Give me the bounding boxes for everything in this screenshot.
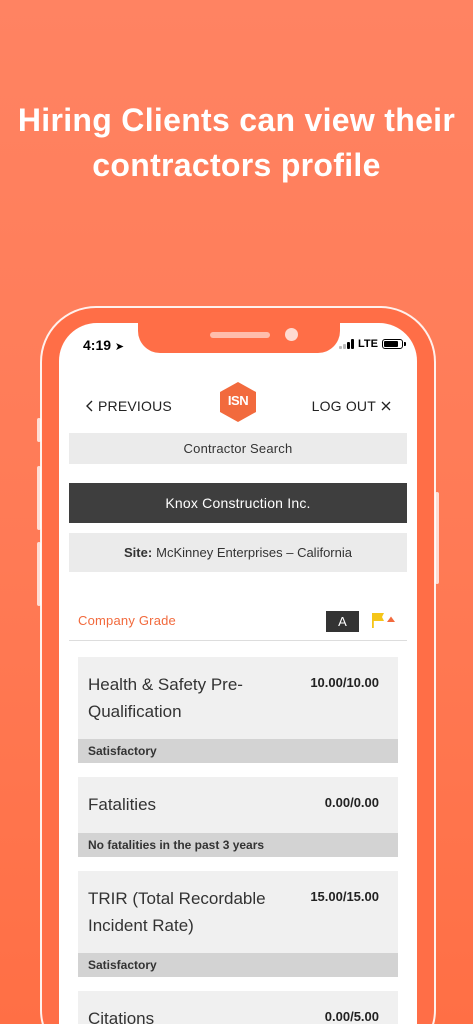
status-time-text: 4:19 xyxy=(83,337,112,353)
mute-switch xyxy=(37,418,41,442)
score-card-health-safety[interactable]: Health & Safety Pre- Qualification 10.00… xyxy=(78,657,398,763)
card-title-line-1: Fatalities xyxy=(88,795,157,814)
phone-screen: 4:19 ➤ LTE PREVIOUS ISN LOG OUT Contract… xyxy=(59,323,417,1024)
logout-label: LOG OUT xyxy=(311,398,376,414)
isn-logo: ISN xyxy=(218,381,258,423)
previous-label: PREVIOUS xyxy=(98,398,172,414)
volume-up-button xyxy=(37,466,41,530)
company-grade-label: Company Grade xyxy=(78,613,176,628)
card-score: 10.00/10.00 xyxy=(310,675,379,690)
card-title-line-1: Citations xyxy=(88,1009,155,1024)
status-indicators: LTE xyxy=(339,338,406,350)
signal-icon xyxy=(339,339,355,349)
logout-button[interactable]: LOG OUT xyxy=(312,398,391,414)
card-score: 0.00/0.00 xyxy=(324,795,379,810)
volume-down-button xyxy=(37,542,41,606)
company-name: Knox Construction Inc. xyxy=(165,495,311,511)
battery-icon xyxy=(382,339,406,349)
status-time: 4:19 ➤ xyxy=(83,337,124,353)
card-status: Satisfactory xyxy=(78,953,398,977)
score-card-trir[interactable]: TRIR (Total Recordable Incident Rate) 15… xyxy=(78,871,398,977)
card-title: Fatalities xyxy=(88,791,156,818)
score-card-fatalities[interactable]: Fatalities 0.00/0.00 No fatalities in th… xyxy=(78,777,398,857)
card-score: 0.00/5.00 xyxy=(324,1009,379,1024)
contractor-search-button[interactable]: Contractor Search xyxy=(69,433,407,464)
headline: Hiring Clients can view their contractor… xyxy=(0,98,473,188)
card-title-line-2: Qualification xyxy=(88,702,182,721)
previous-button[interactable]: PREVIOUS xyxy=(86,398,172,414)
contractor-search-label: Contractor Search xyxy=(183,441,293,456)
card-status: Satisfactory xyxy=(78,739,398,763)
location-arrow-icon: ➤ xyxy=(114,341,125,353)
network-label: LTE xyxy=(358,338,378,350)
card-title: Health & Safety Pre- Qualification xyxy=(88,671,243,725)
card-title-line-1: Health & Safety Pre- xyxy=(88,675,243,694)
power-button xyxy=(435,492,439,584)
site-label: Site: xyxy=(124,545,153,560)
card-status: No fatalities in the past 3 years xyxy=(78,833,398,857)
speaker xyxy=(210,332,270,338)
close-icon xyxy=(381,401,391,411)
card-title-line-2: Incident Rate) xyxy=(88,916,194,935)
company-name-bar: Knox Construction Inc. xyxy=(69,483,407,523)
card-title: Citations xyxy=(88,1005,154,1024)
flag-icon[interactable] xyxy=(369,611,399,631)
chevron-left-icon xyxy=(86,400,93,412)
card-score: 15.00/15.00 xyxy=(310,889,379,904)
camera xyxy=(285,328,298,341)
company-grade-badge: A xyxy=(326,611,359,632)
card-title: TRIR (Total Recordable Incident Rate) xyxy=(88,885,266,939)
headline-line-1: Hiring Clients can view their xyxy=(17,102,456,138)
notch xyxy=(138,323,340,353)
card-title-line-1: TRIR (Total Recordable xyxy=(88,889,266,908)
site-value: McKinney Enterprises – California xyxy=(156,545,352,560)
site-bar: Site: McKinney Enterprises – California xyxy=(69,533,407,572)
caret-up-icon xyxy=(387,616,395,622)
score-card-citations[interactable]: Citations 0.00/5.00 xyxy=(78,991,398,1024)
company-grade-row[interactable]: Company Grade A xyxy=(69,609,407,641)
logo-text: ISN xyxy=(227,393,249,408)
headline-line-2: contractors profile xyxy=(92,147,381,183)
